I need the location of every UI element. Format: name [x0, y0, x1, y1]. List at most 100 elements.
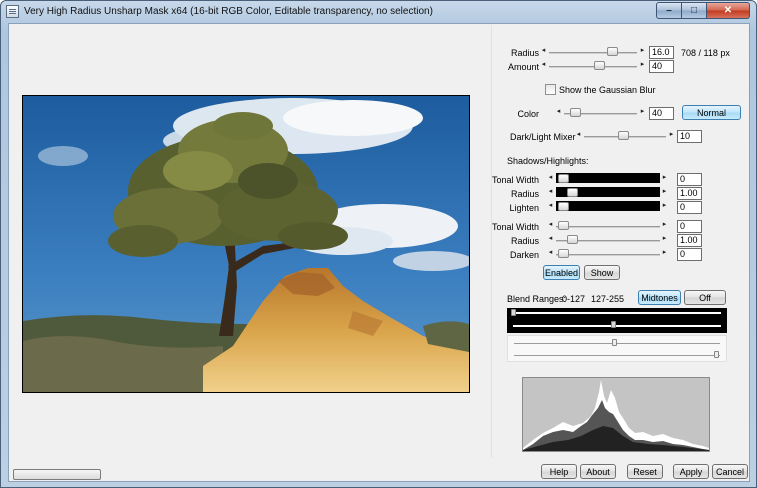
highlight-radius-input[interactable]: 1.00 [677, 234, 702, 247]
minimize-button[interactable]: – [656, 2, 682, 19]
plugin-window: Very High Radius Unsharp Mask x64 (16-bi… [0, 0, 757, 488]
histogram [522, 377, 710, 452]
darken-slider-thumb[interactable] [558, 249, 569, 258]
mixer-increase-icon[interactable]: ▸ [668, 130, 675, 139]
amount-input[interactable]: 40 [649, 60, 674, 73]
histogram-graph [523, 380, 709, 451]
color-slider-thumb[interactable] [570, 108, 581, 117]
amount-slider-thumb[interactable] [594, 61, 605, 70]
blend-mid-thumb[interactable] [611, 321, 616, 328]
app-icon [6, 5, 19, 18]
about-button[interactable]: About [580, 464, 616, 479]
dark-light-mixer-label: Dark/Light Mixer [510, 132, 576, 142]
darken-input[interactable]: 0 [677, 248, 702, 261]
blend-bottom-line [513, 325, 721, 327]
enabled-button[interactable]: Enabled [543, 265, 580, 280]
darken-decrease-icon[interactable]: ◂ [547, 248, 554, 257]
color-input[interactable]: 40 [649, 107, 674, 120]
shadow-tonal-width-decrease-icon[interactable]: ◂ [547, 173, 554, 182]
highlight-radius-increase-icon[interactable]: ▸ [661, 234, 668, 243]
shadow-radius-label: Radius [510, 189, 539, 199]
highlight-radius-label: Radius [510, 236, 539, 246]
darken-increase-icon[interactable]: ▸ [661, 248, 668, 257]
blend-range-low: 0-127 [562, 294, 586, 304]
preview-photo [23, 96, 469, 392]
mixer-input[interactable]: 10 [677, 130, 702, 143]
amount-label: Amount [507, 62, 539, 72]
blend-range-slider-light[interactable] [507, 335, 727, 362]
close-icon: ✕ [723, 5, 733, 16]
help-button[interactable]: Help [541, 464, 577, 479]
window-controls: – □ ✕ [656, 2, 750, 19]
color-mode-button[interactable]: Normal [682, 105, 741, 120]
highlight-radius-slider-thumb[interactable] [567, 235, 578, 244]
title-bar[interactable]: Very High Radius Unsharp Mask x64 (16-bi… [1, 1, 756, 23]
shadow-tonal-width-increase-icon[interactable]: ▸ [661, 173, 668, 182]
maximize-icon: □ [690, 5, 698, 16]
radius-slider-track[interactable] [549, 52, 637, 54]
off-button[interactable]: Off [684, 290, 726, 305]
window-title: Very High Radius Unsharp Mask x64 (16-bi… [24, 6, 433, 17]
blend-range-slider-dark[interactable] [507, 308, 727, 333]
maximize-button[interactable]: □ [682, 2, 707, 19]
radius-label: Radius [510, 48, 539, 58]
highlight-tonal-width-decrease-icon[interactable]: ◂ [547, 220, 554, 229]
blend-light-mid-thumb[interactable] [612, 339, 617, 346]
lighten-input[interactable]: 0 [677, 201, 702, 214]
amount-increase-icon[interactable]: ▸ [639, 60, 646, 69]
highlight-radius-decrease-icon[interactable]: ◂ [547, 234, 554, 243]
apply-button[interactable]: Apply [673, 464, 709, 479]
horizontal-scrollbar[interactable] [13, 469, 101, 480]
shadow-tonal-width-slider-thumb[interactable] [558, 174, 569, 183]
amount-slider-track[interactable] [549, 66, 637, 68]
lighten-slider-track[interactable] [556, 201, 660, 211]
lighten-slider-thumb[interactable] [558, 202, 569, 211]
shadow-tonal-width-slider-track[interactable] [556, 173, 660, 183]
blend-ranges-label: Blend Ranges: [507, 294, 567, 304]
highlight-tonal-width-slider-thumb[interactable] [558, 221, 569, 230]
radius-decrease-icon[interactable]: ◂ [540, 46, 547, 55]
shadow-radius-slider-thumb[interactable] [567, 188, 578, 197]
radius-slider-thumb[interactable] [607, 47, 618, 56]
shadow-radius-increase-icon[interactable]: ▸ [661, 187, 668, 196]
blend-light-high-thumb[interactable] [714, 351, 719, 358]
preview-pane [10, 25, 492, 480]
close-button[interactable]: ✕ [707, 2, 750, 19]
midtones-button[interactable]: Midtones [638, 290, 681, 305]
shadow-radius-decrease-icon[interactable]: ◂ [547, 187, 554, 196]
color-label: Color [517, 109, 539, 119]
shadow-tonal-width-input[interactable]: 0 [677, 173, 702, 186]
blend-range-high: 127-255 [591, 294, 625, 304]
lighten-label: Lighten [509, 203, 539, 213]
highlight-tonal-width-input[interactable]: 0 [677, 220, 702, 233]
mixer-decrease-icon[interactable]: ◂ [575, 130, 582, 139]
radius-increase-icon[interactable]: ▸ [639, 46, 646, 55]
cancel-button[interactable]: Cancel [712, 464, 748, 479]
image-preview[interactable] [22, 95, 470, 393]
darken-slider-track[interactable] [556, 254, 660, 256]
blend-light-top-line [514, 343, 720, 344]
lighten-decrease-icon[interactable]: ◂ [547, 201, 554, 210]
blend-low-thumb[interactable] [511, 309, 516, 316]
show-gaussian-blur-checkbox[interactable] [545, 84, 556, 95]
lighten-increase-icon[interactable]: ▸ [661, 201, 668, 210]
color-decrease-icon[interactable]: ◂ [555, 107, 562, 116]
highlight-tonal-width-slider-track[interactable] [556, 226, 660, 228]
highlight-tonal-width-increase-icon[interactable]: ▸ [661, 220, 668, 229]
shadow-tonal-width-label: Tonal Width [491, 175, 539, 185]
highlight-tonal-width-label: Tonal Width [491, 222, 539, 232]
shadow-radius-input[interactable]: 1.00 [677, 187, 702, 200]
color-increase-icon[interactable]: ▸ [639, 107, 646, 116]
amount-decrease-icon[interactable]: ◂ [540, 60, 547, 69]
minimize-icon: – [666, 5, 672, 16]
blend-top-line [513, 312, 721, 314]
shadows-highlights-header: Shadows/Highlights: [507, 156, 589, 166]
mixer-slider-thumb[interactable] [618, 131, 629, 140]
reset-button[interactable]: Reset [627, 464, 663, 479]
blend-light-bottom-line [514, 355, 720, 356]
radius-pixels-note: 708 / 118 px [681, 48, 730, 58]
darken-label: Darken [509, 250, 539, 260]
radius-input[interactable]: 16.0 [649, 46, 674, 59]
show-gaussian-blur-label: Show the Gaussian Blur [559, 85, 656, 95]
show-button[interactable]: Show [584, 265, 620, 280]
